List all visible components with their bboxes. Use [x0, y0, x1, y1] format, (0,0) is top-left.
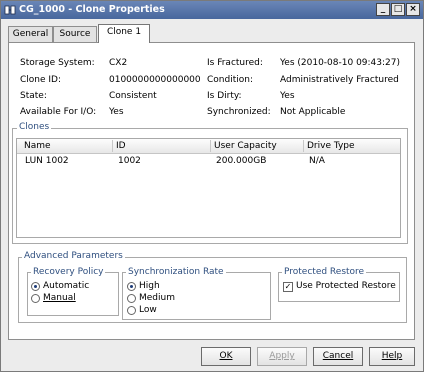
maximize-icon: □ [393, 4, 403, 14]
apply-button-label: Apply [269, 351, 295, 361]
help-button[interactable]: Help [369, 347, 415, 366]
sync-high-label: High [139, 281, 160, 291]
state-label: State: [20, 91, 47, 101]
radio-selected-icon [31, 282, 40, 291]
row-name: LUN 1002 [25, 156, 69, 166]
recovery-automatic-label: Automatic [43, 281, 90, 291]
condition-label: Condition: [207, 75, 253, 85]
is-fractured-value: Yes (2010-08-10 09:43:27) [280, 58, 400, 68]
synchronized-label: Synchronized: [207, 107, 271, 117]
storage-system-label: Storage System: [20, 58, 95, 68]
radio-unselected-icon [127, 294, 136, 303]
recovery-manual-label: Manual [43, 293, 76, 303]
sync-high-radio[interactable]: High [127, 281, 207, 293]
available-for-io-label: Available For I/O: [20, 107, 97, 117]
column-header-name[interactable]: Name [21, 140, 113, 152]
title-bar[interactable]: CG_1000 - Clone Properties _ □ × [1, 1, 423, 19]
tab-source[interactable]: Source [53, 26, 97, 42]
row-user-capacity: 200.000GB [216, 156, 267, 166]
close-button[interactable]: × [406, 3, 420, 16]
minimize-icon: _ [380, 4, 386, 14]
tab-general-label: General [12, 29, 49, 39]
window-title: CG_1000 - Clone Properties [19, 4, 165, 15]
column-header-name-label: Name [24, 141, 51, 151]
help-button-label: Help [381, 351, 403, 361]
cancel-button[interactable]: Cancel [313, 347, 363, 366]
sync-low-radio[interactable]: Low [127, 305, 207, 317]
advanced-parameters-title: Advanced Parameters [22, 251, 125, 261]
clones-table-header: Name ID User Capacity Drive Type [17, 139, 400, 154]
ok-button[interactable]: OK [201, 347, 251, 366]
use-protected-restore-label: Use Protected Restore [296, 281, 396, 291]
column-header-id-label: ID [116, 141, 126, 151]
recovery-manual-radio[interactable]: Manual [31, 293, 111, 305]
clone-id-value: 0100000000000000 [109, 75, 201, 85]
synchronized-value: Not Applicable [280, 107, 346, 117]
tab-general[interactable]: General [8, 26, 53, 42]
radio-unselected-icon [31, 294, 40, 303]
sync-medium-label: Medium [139, 293, 175, 303]
storage-system-value: CX2 [109, 58, 128, 68]
use-protected-restore-checkbox[interactable]: ✓ Use Protected Restore [283, 281, 398, 293]
apply-button[interactable]: Apply [257, 347, 307, 366]
available-for-io-value: Yes [109, 107, 124, 117]
protected-restore-title: Protected Restore [282, 267, 367, 277]
clone-id-label: Clone ID: [20, 75, 62, 85]
clone-properties-window: CG_1000 - Clone Properties _ □ × General… [0, 0, 424, 372]
is-dirty-label: Is Dirty: [207, 91, 242, 101]
sync-medium-radio[interactable]: Medium [127, 293, 207, 305]
app-icon [4, 4, 16, 16]
column-header-user-capacity[interactable]: User Capacity [211, 140, 304, 152]
column-header-user-capacity-label: User Capacity [214, 141, 277, 151]
ok-button-label: OK [219, 351, 233, 361]
checkmark-icon: ✓ [283, 282, 293, 292]
tab-clone-1[interactable]: Clone 1 [98, 24, 150, 43]
sync-low-label: Low [139, 305, 157, 315]
is-dirty-value: Yes [280, 91, 295, 101]
column-header-id[interactable]: ID [113, 140, 211, 152]
condition-value: Administratively Fractured [280, 75, 399, 85]
is-fractured-label: Is Fractured: [207, 58, 263, 68]
recovery-policy-title: Recovery Policy [31, 267, 106, 277]
radio-unselected-icon [127, 306, 136, 315]
sync-rate-title: Synchronization Rate [126, 267, 226, 277]
tab-source-label: Source [59, 29, 91, 39]
tab-clone-1-label: Clone 1 [106, 27, 142, 37]
cancel-button-label: Cancel [322, 351, 354, 361]
column-header-drive-type[interactable]: Drive Type [304, 140, 400, 152]
row-drive-type: N/A [309, 156, 325, 166]
maximize-button[interactable]: □ [391, 3, 405, 16]
row-id: 1002 [118, 156, 141, 166]
radio-selected-icon [127, 282, 136, 291]
column-header-drive-type-label: Drive Type [307, 141, 355, 151]
clones-table[interactable]: Name ID User Capacity Drive Type LUN 100… [16, 138, 401, 238]
close-icon: × [409, 4, 417, 14]
table-row[interactable]: LUN 1002 1002 200.000GB N/A [17, 154, 400, 168]
clones-group-title: Clones [17, 122, 52, 132]
minimize-button[interactable]: _ [376, 3, 390, 16]
state-value: Consistent [109, 91, 157, 101]
recovery-automatic-radio[interactable]: Automatic [31, 281, 111, 293]
